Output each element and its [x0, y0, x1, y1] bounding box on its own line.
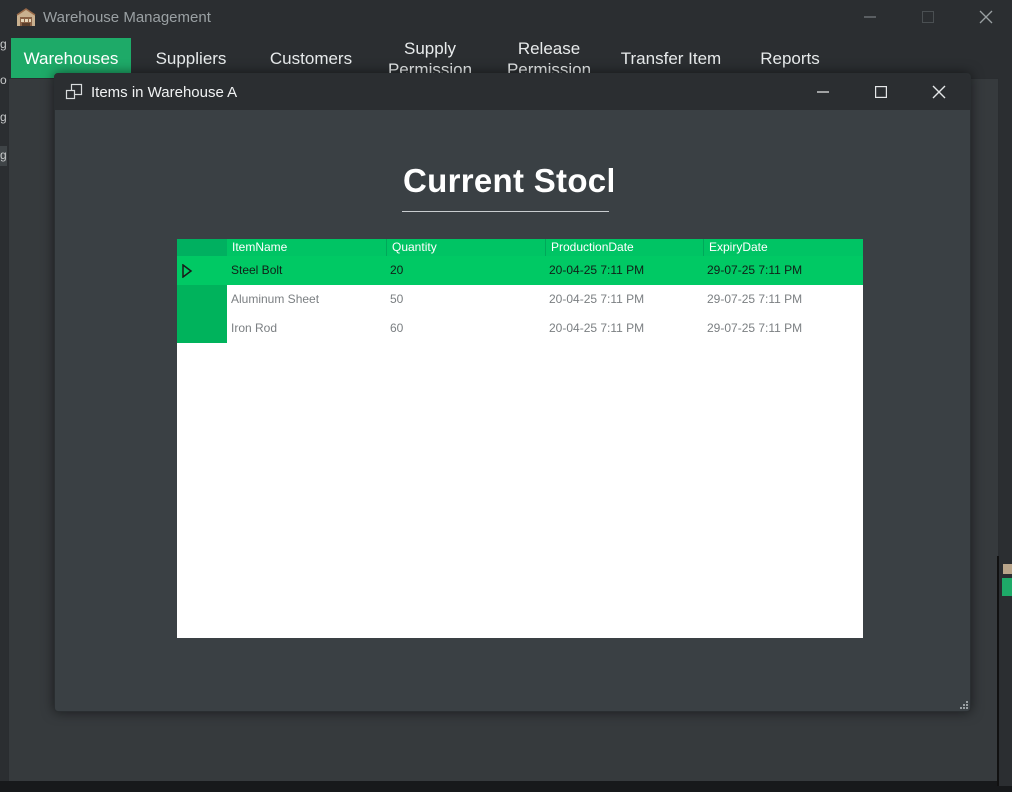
- cell-itemname[interactable]: Iron Rod: [231, 314, 277, 343]
- row-header[interactable]: [177, 256, 227, 285]
- main-close-button[interactable]: [957, 0, 1012, 34]
- row-header[interactable]: [177, 314, 227, 343]
- cell-quantity[interactable]: 60: [390, 314, 403, 343]
- app-title: Warehouse Management: [43, 9, 211, 26]
- background-window-tab: [1002, 578, 1012, 596]
- grid-header: ItemName Quantity ProductionDate ExpiryD…: [177, 239, 863, 256]
- dialog-close-button[interactable]: [910, 74, 968, 110]
- cell-quantity[interactable]: 20: [390, 256, 403, 285]
- cell-expirydate[interactable]: 29-07-25 7:11 PM: [707, 285, 802, 314]
- dialog-titlebar[interactable]: Items in Warehouse A: [55, 74, 970, 110]
- column-header-quantity[interactable]: Quantity: [387, 239, 546, 256]
- page-heading: Current Stock: [403, 162, 613, 199]
- stock-grid[interactable]: ItemName Quantity ProductionDate ExpiryD…: [177, 239, 863, 638]
- minimize-icon: [864, 16, 876, 18]
- menu-suppliers[interactable]: Suppliers: [131, 38, 251, 78]
- main-titlebar[interactable]: Warehouse Management: [0, 0, 1012, 34]
- background-window[interactable]: [997, 556, 1012, 786]
- current-row-arrow-icon: [182, 264, 193, 278]
- items-dialog: Items in Warehouse A Current Stock ItemN…: [54, 73, 971, 712]
- column-header-productiondate[interactable]: ProductionDate: [546, 239, 704, 256]
- dialog-minimize-button[interactable]: [794, 74, 852, 110]
- minimize-icon: [817, 91, 829, 93]
- fragment-text: g: [0, 148, 7, 162]
- cell-quantity[interactable]: 50: [390, 285, 403, 314]
- table-row[interactable]: Iron Rod 60 20-04-25 7:11 PM 29-07-25 7:…: [177, 314, 863, 343]
- warehouse-app-icon: [16, 7, 36, 27]
- close-icon: [979, 10, 993, 24]
- maximize-icon: [922, 11, 934, 23]
- bottom-strip: [0, 781, 1012, 792]
- menu-bar: Warehouses Suppliers Customers Supply Pe…: [0, 38, 1012, 78]
- fragment-text: g: [0, 37, 7, 51]
- close-icon: [932, 85, 946, 99]
- cell-itemname[interactable]: Aluminum Sheet: [231, 285, 319, 314]
- menu-release-permission[interactable]: Release Permission: [489, 38, 609, 78]
- window-restore-icon: [65, 83, 83, 106]
- cell-expirydate[interactable]: 29-07-25 7:11 PM: [707, 314, 802, 343]
- cell-productiondate[interactable]: 20-04-25 7:11 PM: [549, 285, 644, 314]
- fragment-text: g: [0, 110, 7, 124]
- menu-transfer-item[interactable]: Transfer Item: [609, 38, 733, 78]
- heading-underline: [402, 211, 609, 212]
- warehouse-app-icon: [1003, 564, 1012, 574]
- main-maximize-button[interactable]: [899, 0, 957, 34]
- table-row[interactable]: Aluminum Sheet 50 20-04-25 7:11 PM 29-07…: [177, 285, 863, 314]
- cell-itemname[interactable]: Steel Bolt: [231, 256, 282, 285]
- table-row[interactable]: Steel Bolt 20 20-04-25 7:11 PM 29-07-25 …: [177, 256, 863, 285]
- fragment-text: o: [0, 73, 7, 87]
- menu-warehouses[interactable]: Warehouses: [11, 38, 131, 78]
- resize-grip-icon[interactable]: [960, 701, 968, 709]
- cell-productiondate[interactable]: 20-04-25 7:11 PM: [549, 314, 644, 343]
- row-header[interactable]: [177, 285, 227, 314]
- menu-customers[interactable]: Customers: [251, 38, 371, 78]
- maximize-icon: [875, 86, 887, 98]
- main-minimize-button[interactable]: [841, 0, 899, 34]
- menu-reports[interactable]: Reports: [733, 38, 847, 78]
- dialog-title: Items in Warehouse A: [91, 84, 238, 101]
- column-header-itemname[interactable]: ItemName: [227, 239, 387, 256]
- dialog-maximize-button[interactable]: [852, 74, 910, 110]
- column-header-expirydate[interactable]: ExpiryDate: [704, 239, 863, 256]
- menu-supply-permission[interactable]: Supply Permission: [371, 38, 489, 78]
- cell-productiondate[interactable]: 20-04-25 7:11 PM: [549, 256, 644, 285]
- cell-expirydate[interactable]: 29-07-25 7:11 PM: [707, 256, 802, 285]
- grid-corner-header: [177, 239, 227, 256]
